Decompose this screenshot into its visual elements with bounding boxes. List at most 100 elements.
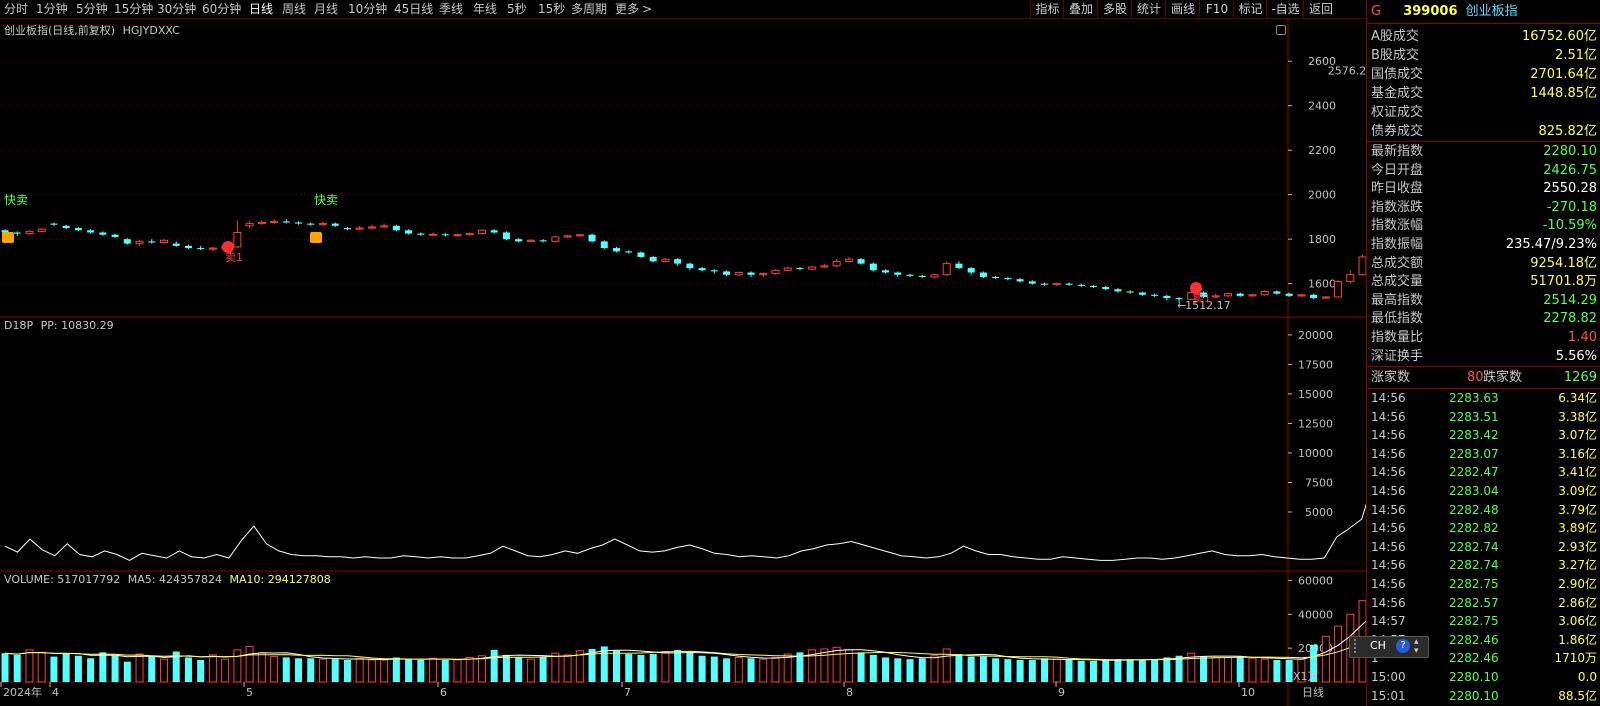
tick-volume: 3.89亿 <box>1558 521 1597 536</box>
candle <box>723 271 731 275</box>
x-tick-label: 8 <box>846 686 853 699</box>
period-tab[interactable]: 月线 <box>314 1 338 17</box>
candle <box>159 239 168 243</box>
period-tab[interactable]: 1分钟 <box>36 1 68 17</box>
chart-area[interactable]: 1600180020002200240026002576.221512.17←快… <box>0 19 1366 706</box>
stat-value: 9254.18亿 <box>1530 255 1597 271</box>
candle <box>295 222 303 224</box>
toolbar-button[interactable]: 画线 <box>1165 0 1200 18</box>
candle <box>50 223 58 225</box>
period-tab[interactable]: 15分钟 <box>114 1 153 17</box>
volume-bar <box>1138 659 1146 682</box>
period-tab[interactable]: 年线 <box>473 1 497 17</box>
candle <box>1224 293 1232 297</box>
volume-value: VOLUME: 517017792 <box>4 573 121 586</box>
ime-toolbar[interactable]: CH ? ▴ ▾ <box>1349 636 1429 658</box>
toolbar-button[interactable]: 指标 <box>1030 0 1064 18</box>
toolbar-button[interactable]: 统计 <box>1131 0 1166 18</box>
quick-sell-signal: 快卖 <box>4 193 28 207</box>
volume-bar <box>661 651 670 683</box>
tick-time: 14:56 <box>1371 446 1406 461</box>
volume-bar <box>771 656 780 683</box>
volume-bar <box>1016 659 1024 682</box>
y-tick-label: 2200 <box>1308 144 1336 157</box>
volume-bar <box>637 654 645 682</box>
tick-volume: 3.79亿 <box>1558 502 1597 517</box>
period-tab[interactable]: 10分钟 <box>348 1 387 17</box>
stat-value: -10.59% <box>1542 218 1597 234</box>
candle <box>844 258 853 262</box>
candle <box>551 236 560 242</box>
tick-price: 2282.57 <box>1449 595 1499 610</box>
volume-bar <box>13 654 21 682</box>
candle <box>380 225 389 228</box>
toolbar-button[interactable]: 叠加 <box>1063 0 1098 18</box>
turnover-label: B股成交 <box>1371 48 1419 63</box>
stat-label: 指数涨跌 <box>1371 199 1424 215</box>
candle <box>1285 293 1293 296</box>
volume-bar <box>1224 656 1232 683</box>
period-tab[interactable]: 45日线 <box>394 1 433 17</box>
y-tick-label: 15000 <box>1298 388 1333 401</box>
volume-bar <box>832 646 841 683</box>
chart-settings-icon[interactable] <box>1276 25 1286 35</box>
tick-row: 14:56 2283.42 3.07亿 <box>1371 427 1597 444</box>
volume-bar <box>820 648 829 683</box>
ime-menu-icon[interactable]: ▴ ▾ <box>1414 638 1419 656</box>
ime-language-label[interactable]: CH <box>1370 639 1386 652</box>
candle <box>184 245 192 249</box>
kline-chart[interactable]: 1600180020002200240026002576.221512.17←快… <box>0 19 1366 706</box>
toolbar-button[interactable]: -自选 <box>1266 0 1304 18</box>
tick-price: 2282.75 <box>1449 577 1499 591</box>
toolbar-button[interactable]: 返回 <box>1303 0 1338 18</box>
period-tab[interactable]: 日线 <box>249 1 273 17</box>
toolbar-button[interactable]: 多股 <box>1097 0 1132 18</box>
tick-volume: 3.41亿 <box>1558 465 1597 480</box>
turnover-value: 825.82亿 <box>1538 124 1598 139</box>
tick-price: 2280.10 <box>1449 670 1499 684</box>
tick-volume: 1710万 <box>1554 651 1597 666</box>
period-tab[interactable]: 季线 <box>439 1 463 17</box>
period-tab[interactable]: 更多 <box>615 1 639 17</box>
volume-bar <box>392 657 400 682</box>
main-chart-title: 创业板指(日线,前复权) HGJYDXXC <box>4 22 180 38</box>
volume-bar <box>747 658 755 682</box>
tick-volume: 88.5亿 <box>1558 688 1597 703</box>
stat-value: 2514.29 <box>1543 292 1597 308</box>
volume-bar <box>25 649 34 683</box>
y-tick-label: 17500 <box>1298 358 1333 371</box>
toolbar-button[interactable]: 标记 <box>1233 0 1267 18</box>
tick-time: 14:56 <box>1371 409 1406 424</box>
volume-unit-label: X1万 <box>1293 670 1319 683</box>
period-tab[interactable]: 多周期 <box>571 1 607 17</box>
volume-bar <box>87 658 95 682</box>
volume-bar <box>734 656 743 683</box>
tick-time: 14:56 <box>1371 391 1406 405</box>
volume-bar <box>1236 656 1244 682</box>
period-tab[interactable]: 15秒 <box>538 1 565 17</box>
volume-bar <box>367 659 376 683</box>
help-icon[interactable]: ? <box>1396 639 1410 653</box>
period-tab[interactable]: 周线 <box>282 1 306 17</box>
volume-bar <box>515 657 523 682</box>
period-tab[interactable]: 5分钟 <box>76 1 108 17</box>
fall-label: 跌家数 <box>1483 370 1523 385</box>
period-tab[interactable]: 5秒 <box>507 1 527 17</box>
fall-count: 1269 <box>1563 370 1597 385</box>
candle <box>1236 293 1244 296</box>
volume-bar <box>1102 659 1110 682</box>
panel-header: G 399006 创业板指 <box>1371 2 1518 22</box>
index-stat-row: 指数涨跌 -270.18 <box>1371 199 1597 217</box>
more-chevron-icon[interactable]: > <box>642 1 652 17</box>
volume-bar <box>563 654 572 683</box>
market-turnover-row: A股成交 16752.60亿 <box>1371 28 1597 46</box>
period-tab[interactable]: 30分钟 <box>157 1 196 17</box>
candle <box>942 263 951 276</box>
period-tab[interactable]: 60分钟 <box>202 1 241 17</box>
period-tab[interactable]: 分时 <box>4 1 28 17</box>
rise-label: 涨家数 <box>1371 370 1411 385</box>
candle <box>37 228 46 232</box>
toolbar-button[interactable]: F10 <box>1199 0 1234 18</box>
volume-bar <box>465 656 474 683</box>
candle <box>1065 283 1073 285</box>
